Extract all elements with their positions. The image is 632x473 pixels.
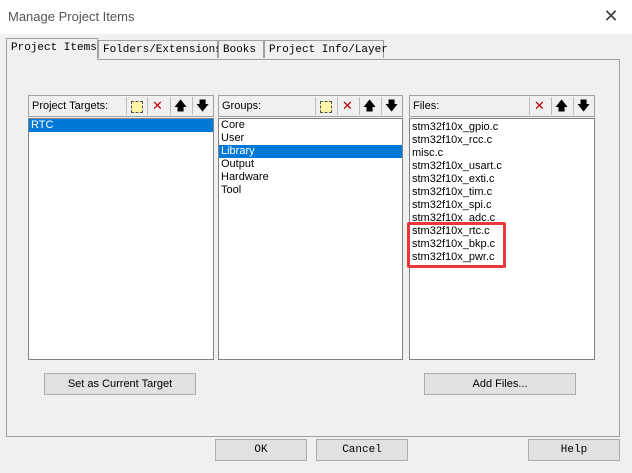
new-group-icon[interactable] <box>315 97 335 115</box>
cancel-button[interactable]: Cancel <box>316 439 408 461</box>
new-target-icon[interactable] <box>126 97 146 115</box>
title-bar: Manage Project Items ✕ <box>0 0 632 34</box>
ok-button[interactable]: OK <box>215 439 307 461</box>
targets-list[interactable]: RTC <box>28 118 214 360</box>
groups-label: Groups: <box>222 100 262 112</box>
window-title: Manage Project Items <box>8 9 135 24</box>
delete-file-icon[interactable]: ✕ <box>529 97 549 115</box>
move-group-up-icon[interactable]: 🡅 <box>359 97 379 115</box>
list-item[interactable]: Hardware <box>219 171 402 184</box>
delete-target-icon[interactable]: ✕ <box>147 97 167 115</box>
list-item[interactable]: stm32f10x_gpio.c <box>410 121 594 134</box>
groups-list[interactable]: Core User Library Output Hardware Tool <box>218 118 403 360</box>
list-item[interactable]: stm32f10x_usart.c <box>410 160 594 173</box>
files-label: Files: <box>413 100 440 112</box>
move-target-down-icon[interactable]: 🡇 <box>192 97 212 115</box>
move-group-down-icon[interactable]: 🡇 <box>381 97 401 115</box>
list-item[interactable]: stm32f10x_exti.c <box>410 173 594 186</box>
tab-project-info-layer[interactable]: Project Info/Layer <box>264 40 388 58</box>
list-item[interactable]: RTC <box>29 119 213 132</box>
targets-header: Project Targets: ✕ 🡅 🡇 <box>28 95 214 117</box>
list-item[interactable]: Library <box>219 145 402 158</box>
move-file-up-icon[interactable]: 🡅 <box>551 97 571 115</box>
files-header: Files: ✕ 🡅 🡇 <box>409 95 595 117</box>
list-item[interactable]: Tool <box>219 184 402 197</box>
list-item[interactable]: stm32f10x_spi.c <box>410 199 594 212</box>
groups-header: Groups: ✕ 🡅 🡇 <box>218 95 403 117</box>
add-files-button[interactable]: Add Files... <box>424 373 576 395</box>
list-item[interactable]: stm32f10x_tim.c <box>410 186 594 199</box>
move-file-down-icon[interactable]: 🡇 <box>573 97 593 115</box>
list-item[interactable]: User <box>219 132 402 145</box>
list-item[interactable]: Core <box>219 119 402 132</box>
move-target-up-icon[interactable]: 🡅 <box>170 97 190 115</box>
close-icon[interactable]: ✕ <box>602 6 620 26</box>
list-item[interactable]: stm32f10x_rcc.c <box>410 134 594 147</box>
dialog-body: Project Items Folders/Extensions Books P… <box>0 34 632 473</box>
set-current-target-button[interactable]: Set as Current Target <box>44 373 196 395</box>
targets-label: Project Targets: <box>32 100 109 112</box>
help-button[interactable]: Help <box>528 439 620 461</box>
tab-folders-extensions[interactable]: Folders/Extensions <box>98 40 222 58</box>
delete-group-icon[interactable]: ✕ <box>337 97 357 115</box>
tab-books[interactable]: Books <box>218 40 264 58</box>
tab-project-items[interactable]: Project Items <box>6 38 98 60</box>
list-item[interactable]: Output <box>219 158 402 171</box>
files-highlight-box <box>407 222 506 268</box>
list-item[interactable]: misc.c <box>410 147 594 160</box>
